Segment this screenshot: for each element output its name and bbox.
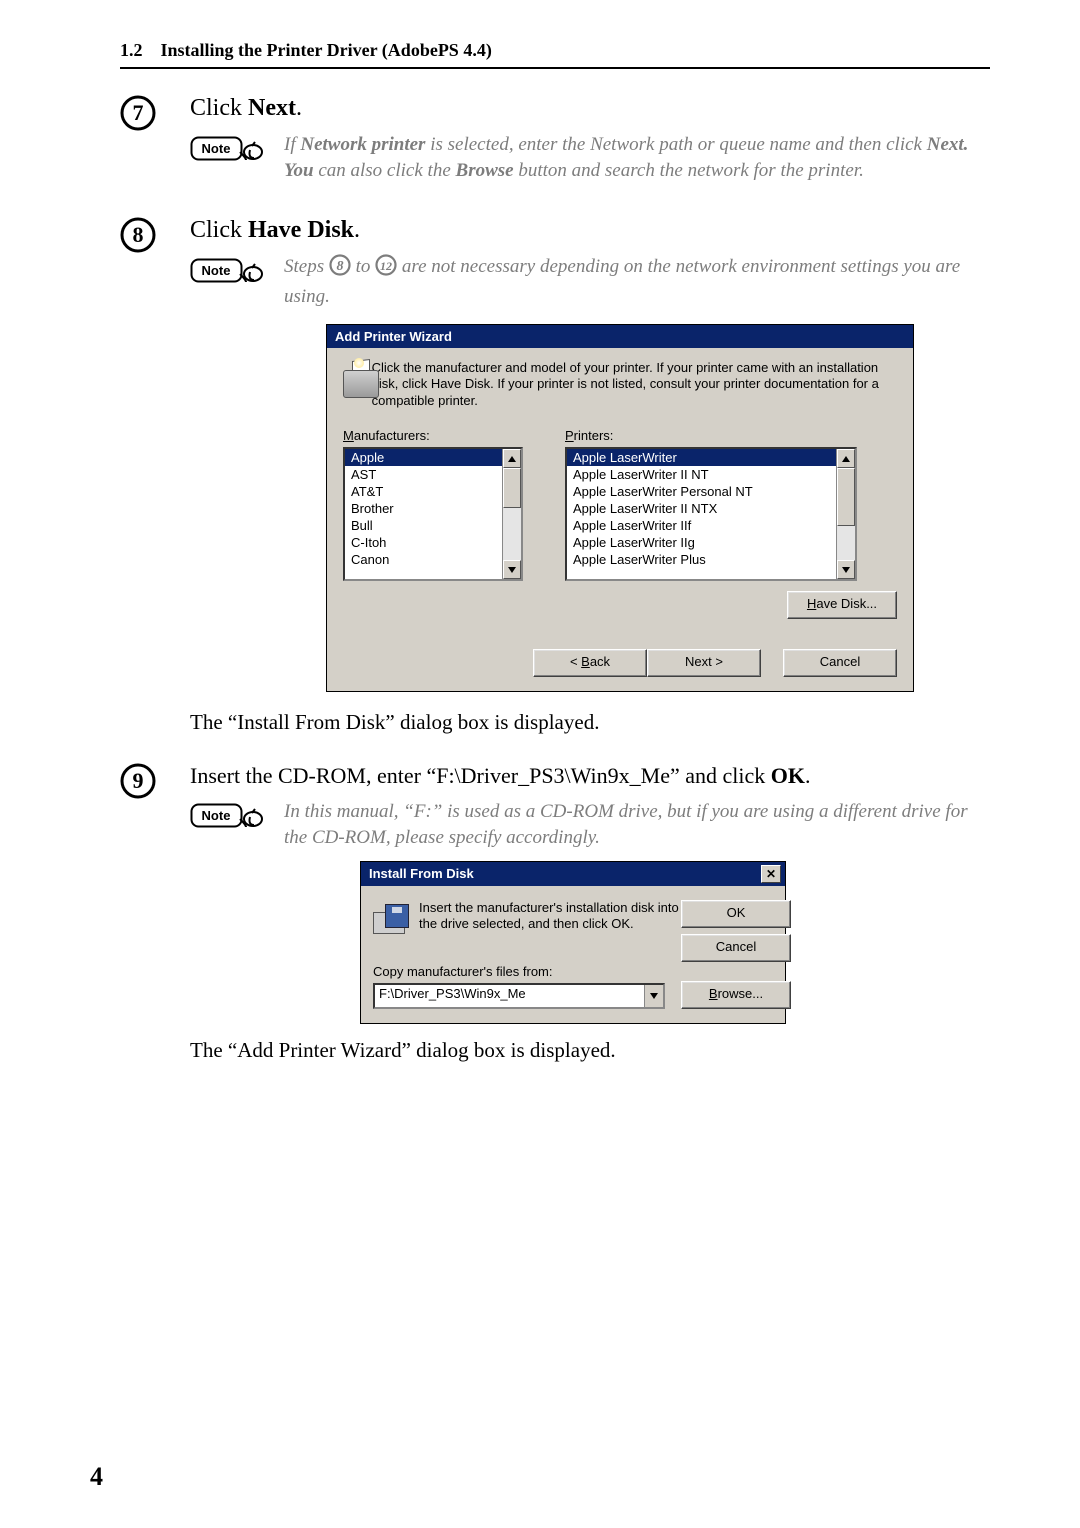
step-8-note: Steps 8 to 12 are not necessary dependin… <box>284 254 990 309</box>
header-divider <box>120 67 990 69</box>
cancel-button[interactable]: Cancel <box>681 934 791 962</box>
install-from-disk-dialog: Install From Disk ✕ Insert the manufactu… <box>360 861 786 1024</box>
list-item[interactable]: AT&T <box>345 483 502 500</box>
scroll-down-icon[interactable] <box>837 560 855 579</box>
svg-text:12: 12 <box>380 259 392 273</box>
wizard-description: Click the manufacturer and model of your… <box>372 360 897 411</box>
ref-step-12-icon: 12 <box>375 254 397 284</box>
list-item[interactable]: Apple LaserWriter II NTX <box>567 500 836 517</box>
list-item[interactable]: Apple LaserWriter IIf <box>567 517 836 534</box>
scroll-thumb[interactable] <box>503 468 521 508</box>
svg-text:8: 8 <box>133 222 144 247</box>
printer-icon <box>343 360 362 400</box>
list-item[interactable]: Brother <box>345 500 502 517</box>
add-printer-wizard-dialog: Add Printer Wizard Click the manufacture… <box>326 324 914 693</box>
copy-from-path[interactable]: F:\Driver_PS3\Win9x_Me <box>375 985 644 1007</box>
scroll-up-icon[interactable] <box>503 449 521 468</box>
step-9-note: In this manual, “F:” is used as a CD-ROM… <box>284 799 990 850</box>
step-7-note: If Network printer is selected, enter th… <box>284 132 990 183</box>
step-7-badge: 7 <box>120 95 156 131</box>
wizard-titlebar: Add Printer Wizard <box>327 325 913 348</box>
caption-install-from-disk: The “Install From Disk” dialog box is di… <box>190 710 990 735</box>
back-button[interactable]: < Back <box>533 649 647 677</box>
caption-add-printer-wizard: The “Add Printer Wizard” dialog box is d… <box>190 1038 990 1063</box>
note-badge: Note <box>190 803 264 836</box>
step-8-title: Click Have Disk. <box>190 217 990 244</box>
scrollbar[interactable] <box>836 449 855 579</box>
svg-text:Note: Note <box>202 263 231 278</box>
svg-text:7: 7 <box>133 100 144 125</box>
scroll-thumb[interactable] <box>837 468 855 526</box>
ok-button[interactable]: OK <box>681 900 791 928</box>
cancel-button[interactable]: Cancel <box>783 649 897 677</box>
list-item[interactable]: AST <box>345 466 502 483</box>
list-item[interactable]: Apple LaserWriter II NT <box>567 466 836 483</box>
scrollbar[interactable] <box>502 449 521 579</box>
step-7-title: Click Next. <box>190 95 990 122</box>
browse-button[interactable]: Browse... <box>681 981 791 1009</box>
ifd-titlebar: Install From Disk <box>369 866 474 881</box>
ref-step-8-icon: 8 <box>329 254 351 284</box>
manufacturers-listbox[interactable]: Apple AST AT&T Brother Bull C-Itoh Canon <box>343 447 523 581</box>
list-item[interactable]: C-Itoh <box>345 534 502 551</box>
list-item[interactable]: Apple <box>345 449 502 466</box>
have-disk-button[interactable]: Have Disk... <box>787 591 897 619</box>
svg-text:Note: Note <box>202 141 231 156</box>
copy-from-label: Copy manufacturer's files from: <box>373 964 681 979</box>
scroll-down-icon[interactable] <box>503 560 521 579</box>
copy-from-dropdown[interactable]: F:\Driver_PS3\Win9x_Me <box>373 983 665 1009</box>
step-9-title: Insert the CD-ROM, enter “F:\Driver_PS3\… <box>190 763 990 789</box>
manufacturers-label: Manufacturers: <box>343 428 523 443</box>
scroll-up-icon[interactable] <box>837 449 855 468</box>
step-9-badge: 9 <box>120 763 156 799</box>
svg-text:9: 9 <box>133 768 144 793</box>
printers-label: Printers: <box>565 428 857 443</box>
close-icon[interactable]: ✕ <box>761 865 781 883</box>
note-badge: Note <box>190 258 264 291</box>
list-item[interactable]: Apple LaserWriter IIg <box>567 534 836 551</box>
list-item[interactable]: Apple LaserWriter Personal NT <box>567 483 836 500</box>
section-title: Installing the Printer Driver (AdobePS 4… <box>161 40 492 60</box>
svg-text:8: 8 <box>336 259 343 274</box>
disk-icon <box>373 900 409 936</box>
list-item[interactable]: Bull <box>345 517 502 534</box>
chevron-down-icon[interactable] <box>644 985 663 1007</box>
printers-listbox[interactable]: Apple LaserWriter Apple LaserWriter II N… <box>565 447 857 581</box>
ifd-instruction-text: Insert the manufacturer's installation d… <box>419 900 681 934</box>
svg-text:Note: Note <box>202 808 231 823</box>
page-number: 4 <box>90 1462 103 1492</box>
section-number: 1.2 <box>120 40 143 60</box>
list-item[interactable]: Apple LaserWriter <box>567 449 836 466</box>
step-8-badge: 8 <box>120 217 156 253</box>
next-button[interactable]: Next > <box>647 649 761 677</box>
note-badge: Note <box>190 136 264 169</box>
list-item[interactable]: Apple LaserWriter Plus <box>567 551 836 568</box>
list-item[interactable]: Canon <box>345 551 502 568</box>
